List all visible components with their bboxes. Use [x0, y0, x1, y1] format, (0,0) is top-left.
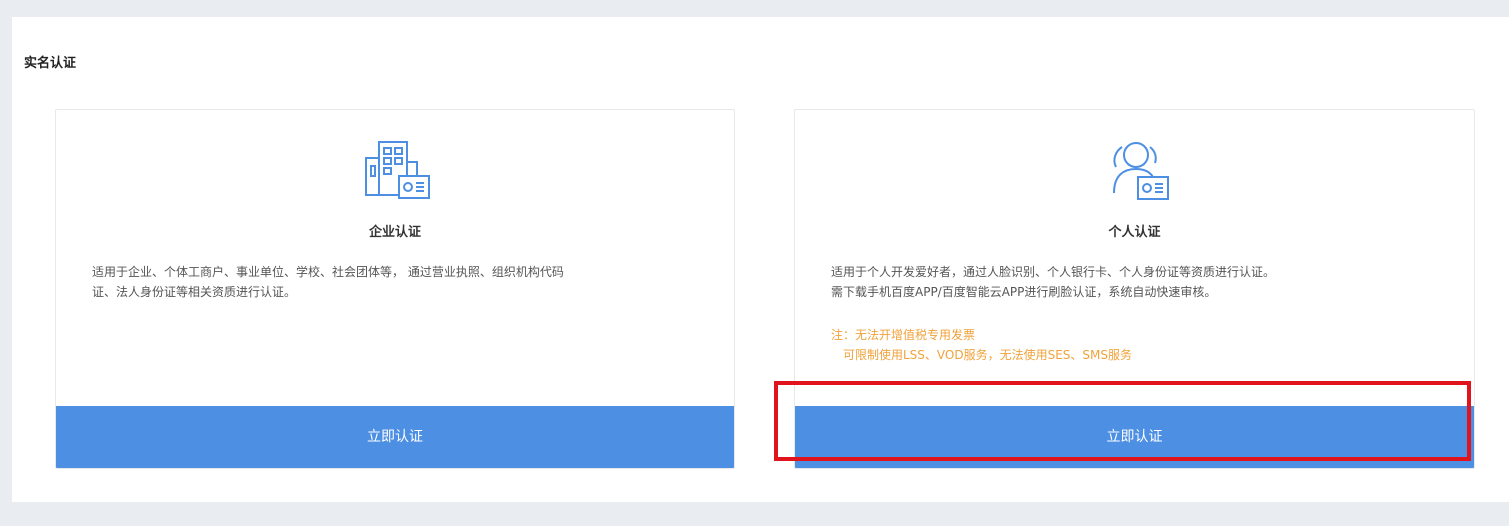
personal-auth-note: 注：无法开增值税专用发票 可限制使用LSS、VOD服务，无法使用SES、SMS服… [831, 325, 1438, 365]
personal-auth-description: 适用于个人开发爱好者，通过人脸识别、个人银行卡、个人身份证等资质进行认证。 需下… [831, 262, 1438, 302]
section-title: 实名认证 [24, 56, 77, 71]
personal-auth-card: 个人认证 适用于个人开发爱好者，通过人脸识别、个人银行卡、个人身份证等资质进行认… [794, 109, 1475, 469]
personal-auth-button[interactable]: 立即认证 [795, 406, 1474, 468]
realname-panel: 实名认证 企业认证 适用于企业、个体工商户、事业单位、学校、社会团体等， 通过营… [12, 17, 1509, 502]
enterprise-auth-button[interactable]: 立即认证 [56, 406, 734, 468]
description-line: 适用于企业、个体工商户、事业单位、学校、社会团体等， 通过营业执照、组织机构代码 [92, 265, 564, 279]
person-id-card-icon [1112, 142, 1169, 200]
description-line: 证、法人身份证等相关资质进行认证。 [92, 285, 297, 299]
description-line: 适用于个人开发爱好者，通过人脸识别、个人银行卡、个人身份证等资质进行认证。 [831, 265, 1276, 279]
personal-auth-title: 个人认证 [1108, 225, 1161, 240]
note-line: 注：无法开增值税专用发票 [831, 328, 976, 342]
description-line: 需下载手机百度APP/百度智能云APP进行刷脸认证，系统自动快速审核。 [831, 285, 1217, 299]
note-line: 可限制使用LSS、VOD服务，无法使用SES、SMS服务 [843, 348, 1133, 362]
building-id-card-icon [365, 141, 430, 199]
enterprise-auth-description: 适用于企业、个体工商户、事业单位、学校、社会团体等， 通过营业执照、组织机构代码… [92, 262, 698, 302]
enterprise-auth-card: 企业认证 适用于企业、个体工商户、事业单位、学校、社会团体等， 通过营业执照、组… [55, 109, 735, 469]
enterprise-auth-title: 企业认证 [368, 225, 421, 240]
